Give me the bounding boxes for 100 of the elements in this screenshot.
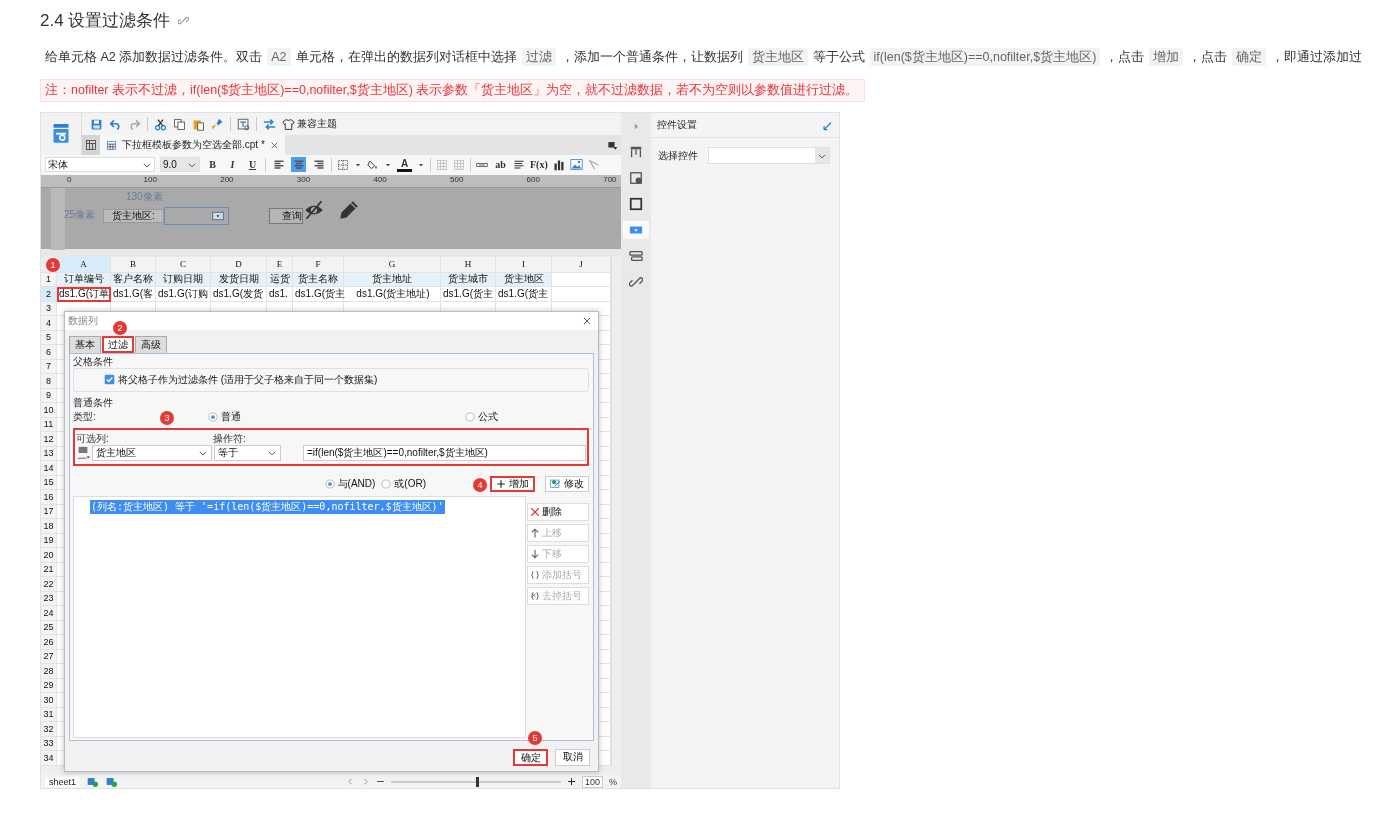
join-radio[interactable]: 或(OR) (381, 476, 426, 491)
table-cell: ds1.G(发货 (211, 287, 267, 302)
swap-icon[interactable] (263, 117, 276, 131)
bar-chart-icon[interactable] (552, 158, 565, 171)
lines-icon[interactable] (513, 158, 525, 171)
copy-icon[interactable] (173, 117, 186, 131)
dropdown-widget[interactable] (164, 207, 229, 226)
tab[interactable]: 基本 (69, 335, 101, 353)
row-number[interactable]: 28 (41, 664, 57, 679)
select-label: 选择控件 (658, 148, 698, 163)
report-icon[interactable] (85, 139, 97, 151)
ruler-label: 400 (373, 174, 387, 184)
row-number[interactable]: 16 (41, 490, 57, 505)
height-hint: 25像素 (64, 208, 96, 223)
column-select[interactable]: 货主地区 (92, 445, 212, 462)
align-left-icon (272, 158, 285, 171)
tab[interactable]: 高级 (135, 335, 167, 353)
save-icon[interactable] (90, 117, 103, 131)
add-sheet-icon[interactable] (105, 776, 119, 788)
join-radio[interactable]: 与(AND) (324, 476, 376, 491)
intro-paragraph: 给单元格 A2 添加数据过滤条件。双击 A2 单元格，在弹出的数据列对话框中选择 过滤 ，添加一个普通条件，让数据列 货主地区 等于公式 if(len($货主地区)==0,nofilter,$货主地区) ，点击 增加 ，点击 确定 ，即通过添加过 (45, 47, 1364, 67)
operator-label: 操作符: (213, 431, 246, 444)
plus-icon (496, 478, 506, 489)
align-center-button[interactable] (291, 157, 306, 173)
add-bracket-icon (530, 569, 540, 580)
table-cell: ds1.G(订单 (57, 287, 111, 302)
type-radio[interactable]: 公式 (464, 409, 498, 424)
close-icon[interactable] (269, 140, 279, 150)
ruler-label: 100 (143, 174, 157, 184)
shirt-icon (282, 117, 295, 131)
group-title: 普通条件 (73, 395, 114, 409)
operator-select[interactable]: 等于 (214, 445, 281, 462)
section-heading: 2.4 设置过滤条件 (40, 9, 171, 32)
pencil-icon[interactable] (339, 200, 359, 221)
paste-icon[interactable] (192, 117, 205, 131)
table-icon[interactable] (629, 145, 643, 159)
bold-button[interactable]: B (205, 157, 220, 173)
row-number[interactable]: 6 (41, 345, 57, 360)
type-radio[interactable]: 普通 (207, 409, 241, 424)
row-number[interactable]: 20 (41, 548, 57, 563)
note-text: 注：nofilter 表示不过滤，if(len($货主地区)==0,nofilter,$货主地区) 表示参数「货主地区」为空，就不过滤数据，若不为空则以参数值进行过滤。 (40, 79, 866, 102)
add-button[interactable]: 增加 (490, 475, 535, 492)
delete-icon (530, 506, 540, 517)
underline-button[interactable]: U (245, 157, 260, 173)
row-number[interactable]: 14 (41, 461, 57, 476)
border-icon[interactable] (337, 158, 349, 171)
ruler-label: 700 (603, 174, 617, 184)
image-icon[interactable] (569, 158, 583, 172)
row-number[interactable]: 10 (41, 403, 57, 418)
zoom-in-icon[interactable] (566, 777, 576, 787)
scrollbar[interactable] (611, 256, 621, 766)
preview-icon[interactable] (237, 117, 250, 131)
close-icon[interactable] (582, 315, 592, 326)
fill-color-icon[interactable] (367, 158, 379, 171)
row-number[interactable]: 8 (41, 374, 57, 389)
size-select[interactable]: 9.0 (160, 157, 200, 173)
italic-button[interactable]: I (225, 157, 240, 173)
row-number[interactable]: 12 (41, 432, 57, 447)
row-number[interactable]: 22 (41, 577, 57, 592)
query-button[interactable]: 查询 (269, 208, 303, 225)
theme-button[interactable]: 兼容主题 (282, 117, 337, 131)
text-button[interactable]: ab (493, 157, 508, 173)
delete-button[interactable]: 删除 (527, 502, 589, 521)
table-cell: ds1.G(货主地址) (344, 287, 441, 302)
brush-icon[interactable] (211, 117, 224, 131)
formula-button[interactable]: F(x) (530, 157, 548, 173)
row-number[interactable]: 34 (41, 751, 57, 766)
sheet-tab[interactable]: sheet1 (45, 776, 81, 787)
formula-field[interactable]: =if(len($货主地区)==0,nofilter,$货主地区) (303, 445, 586, 462)
stack-icon[interactable] (629, 249, 643, 263)
table-cell: ds1.G(货主 (496, 287, 552, 302)
edit-icon (550, 478, 561, 490)
row-number[interactable]: 4 (41, 316, 57, 331)
ok-button[interactable]: 确定 (513, 748, 548, 766)
down-icon (530, 548, 540, 559)
cancel-button[interactable]: 取消 (555, 748, 590, 766)
scrollbar[interactable] (41, 765, 621, 776)
link-icon[interactable] (629, 275, 643, 289)
type-label: 类型: (73, 409, 96, 424)
add-sheet-icon[interactable] (86, 776, 100, 788)
row-number[interactable]: 18 (41, 519, 57, 534)
row-number[interactable]: 26 (41, 635, 57, 650)
ruler-label: 600 (526, 174, 540, 184)
undo-icon[interactable] (109, 117, 122, 131)
edit-button[interactable]: 修改 (545, 475, 589, 492)
eye-slash-icon[interactable] (303, 200, 325, 221)
ruler-label: 200 (220, 174, 234, 184)
row-number[interactable]: 32 (41, 722, 57, 737)
scissors-icon[interactable] (154, 117, 167, 131)
file-tab[interactable]: 下拉框模板参数为空选全部.cpt * (100, 135, 285, 155)
row-number[interactable]: 30 (41, 693, 57, 708)
table-cell: ds1.G(订购 (156, 287, 211, 302)
tab[interactable]: 过滤 (102, 335, 134, 353)
font-color-button[interactable]: A (397, 157, 412, 173)
link-icon[interactable] (178, 14, 190, 26)
font-select[interactable]: 宋体 (45, 157, 155, 173)
square-icon[interactable] (629, 197, 643, 211)
row-number[interactable]: 2 (41, 287, 57, 302)
ruler-label: 500 (450, 174, 464, 184)
row-number[interactable]: 24 (41, 606, 57, 621)
